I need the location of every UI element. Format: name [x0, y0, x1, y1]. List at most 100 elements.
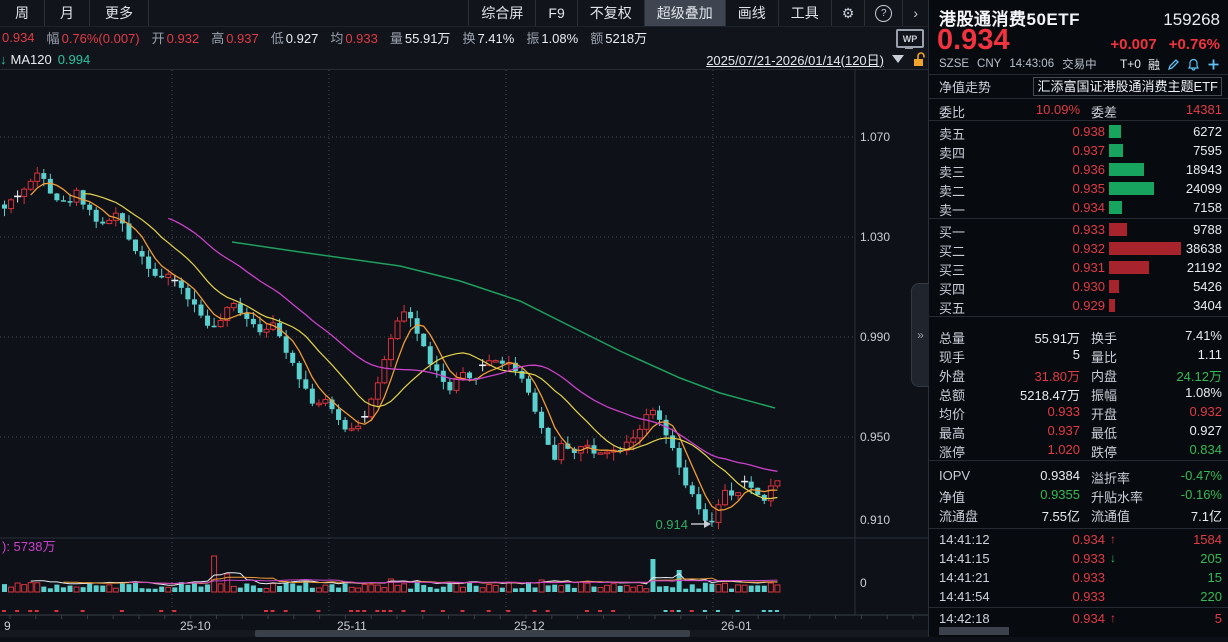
toolbar-menu: 综合屏F9不复权超级叠加画线工具⚙?› [468, 0, 928, 26]
ask-price: 0.937 [1072, 143, 1105, 158]
ma-arrow-icon: ↓ [0, 52, 7, 67]
chart-scrollbar-thumb[interactable] [255, 630, 690, 637]
header-stat-label: 低 [271, 31, 284, 46]
bid-book: 买一0.9339788买二0.93238638买三0.93121192买四0.9… [929, 220, 1228, 315]
header-stat-label: 额 [590, 31, 603, 46]
header-stat-value: 0.932 [167, 31, 200, 46]
tick-row-3: 14:41:540.933220 [929, 587, 1228, 606]
menu-item-工具[interactable]: 工具 [778, 0, 831, 26]
header-stat-value: 5218万 [605, 31, 647, 46]
commission-ratio-row: 委比10.09%委差14381 [929, 100, 1228, 119]
menu-item-不复权[interactable]: 不复权 [577, 0, 644, 26]
alert-bell-icon[interactable] [1187, 58, 1200, 71]
tick-time: 14:41:12 [939, 532, 990, 547]
ask-price: 0.934 [1072, 200, 1105, 215]
header-stat-value: 0.937 [226, 31, 259, 46]
period-tab-月[interactable]: 月 [44, 0, 90, 26]
header-stat-value: 55.91万 [405, 31, 451, 46]
ask-row[interactable]: 卖五0.9386272 [929, 122, 1228, 141]
ask-depth-bar [1109, 144, 1123, 157]
ask-qty: 18943 [1186, 162, 1222, 177]
underlying-fund-name: 汇添富国证港股通消费主题ETF [1033, 77, 1222, 96]
menu-item-F9[interactable]: F9 [535, 0, 576, 26]
stat-row-6: 涨停1.020跌停0.834 [929, 440, 1228, 459]
commission-ratio-value-2: 14381 [1186, 102, 1222, 117]
tick-direction-up-icon: ↑ [1110, 532, 1116, 546]
header-toolbar: 周月更多 综合屏F9不复权超级叠加画线工具⚙?› [0, 0, 928, 27]
ask-row[interactable]: 卖四0.9377595 [929, 141, 1228, 160]
bid-row[interactable]: 买四0.9305426 [929, 277, 1228, 296]
menu-item-画线[interactable]: 画线 [725, 0, 778, 26]
y-axis-label: 0.950 [860, 430, 890, 444]
date-range[interactable]: 2025/07/21-2026/01/14(120日) [706, 50, 884, 69]
stat-row-3: 总额5218.47万振幅1.08% [929, 383, 1228, 402]
bid-depth-bar [1109, 261, 1149, 274]
iopv-row-0-value-2: -0.47% [1181, 468, 1222, 483]
add-icon[interactable] [1207, 58, 1220, 71]
stat-row-4-value-1: 0.933 [1047, 404, 1080, 419]
tick-row-2: 14:41:210.93315 [929, 568, 1228, 587]
settings-gear-icon[interactable]: ⚙ [831, 0, 865, 26]
ask-row[interactable]: 卖三0.93618943 [929, 160, 1228, 179]
header-stat-label: 幅 [47, 31, 60, 46]
iopv-row-1: 净值0.9355升贴水率-0.16% [929, 485, 1228, 504]
stat-row-0: 总量55.91万换手7.41% [929, 326, 1228, 345]
bid-row[interactable]: 买五0.9293404 [929, 296, 1228, 315]
y-axis-label: 1.070 [860, 130, 890, 144]
iopv-row-0-value-1: 0.9384 [1040, 468, 1080, 483]
kline-chart-area[interactable]: 1.0701.0300.9900.9500.910925-1025-1125-1… [0, 70, 928, 637]
bid-qty: 9788 [1193, 222, 1222, 237]
panel-footer-handle[interactable] [939, 627, 1009, 635]
iopv-row-1-value-1: 0.9355 [1040, 487, 1080, 502]
iopv-grid: IOPV0.9384溢折率-0.47%净值0.9355升贴水率-0.16%流通盘… [929, 466, 1228, 523]
trading-app: 周月更多 综合屏F9不复权超级叠加画线工具⚙?› 0.934幅0.76%(0.0… [0, 0, 1228, 637]
period-tabs: 周月更多 [0, 0, 149, 26]
instrument-code: 159268 [1163, 10, 1220, 30]
unlock-icon[interactable] [913, 52, 926, 67]
stat-row-0-value-2: 7.41% [1185, 328, 1222, 343]
tick-price: 0.934 [1072, 611, 1105, 626]
bid-row[interactable]: 买一0.9339788 [929, 220, 1228, 239]
stat-row-3-value-2: 1.08% [1185, 385, 1222, 400]
help-icon[interactable]: ? [864, 0, 902, 26]
tick-price: 0.933 [1072, 551, 1105, 566]
chevron-right-icon[interactable]: › [902, 0, 928, 26]
kline-chart-svg[interactable]: 1.0701.0300.9900.9500.910925-1025-1125-1… [0, 70, 928, 637]
ask-row[interactable]: 卖二0.93524099 [929, 179, 1228, 198]
bid-depth-bar [1109, 223, 1127, 236]
tick-time: 14:42:18 [939, 611, 990, 626]
stat-row-2: 外盘31.80万内盘24.12万 [929, 364, 1228, 383]
bid-price: 0.929 [1072, 298, 1105, 313]
date-range-dropdown-icon[interactable] [892, 55, 904, 63]
tick-qty: 5 [1215, 611, 1222, 626]
iopv-row-2-label-2: 流通值 [1091, 506, 1130, 525]
tick-time: 14:41:21 [939, 570, 990, 585]
tick-qty: 15 [1208, 570, 1222, 585]
panel-collapse-handle[interactable]: » [911, 283, 929, 387]
commission-ratio: 委比10.09%委差14381 [929, 100, 1228, 119]
stat-row-5-value-2: 0.927 [1189, 423, 1222, 438]
tick-row-4: 14:42:180.934↑5 [929, 609, 1228, 628]
iopv-row-2: 流通盘7.55亿流通值7.1亿 [929, 504, 1228, 523]
bid-row[interactable]: 买二0.93238638 [929, 239, 1228, 258]
low-price-annotation: 0.914 [655, 517, 688, 532]
period-tab-更多[interactable]: 更多 [89, 0, 149, 26]
tick-price: 0.934 [1072, 532, 1105, 547]
ask-row[interactable]: 卖一0.9347158 [929, 198, 1228, 217]
menu-item-超级叠加[interactable]: 超级叠加 [644, 0, 725, 26]
quote-summary-row: 0.934幅0.76%(0.007)开0.932高0.937低0.927均0.9… [0, 27, 928, 48]
ask-qty: 7595 [1193, 143, 1222, 158]
header-stat-8: 振1.08% [526, 28, 578, 47]
menu-item-综合屏[interactable]: 综合屏 [468, 0, 535, 26]
iopv-row-1-value-2: -0.16% [1181, 487, 1222, 502]
period-tab-周[interactable]: 周 [0, 0, 45, 26]
iopv-row-2-value-1: 7.55亿 [1042, 506, 1080, 525]
iopv-row-2-value-2: 7.1亿 [1191, 506, 1222, 525]
nav-trend-row[interactable]: 净值走势 汇添富国证港股通消费主题ETF [929, 76, 1228, 97]
ask-qty: 6272 [1193, 124, 1222, 139]
market-status: 交易中 [1062, 56, 1097, 72]
edit-icon[interactable] [1167, 58, 1180, 71]
y-axis-label: 0.990 [860, 330, 890, 344]
bid-row[interactable]: 买三0.93121192 [929, 258, 1228, 277]
stat-row-6-value-1: 1.020 [1047, 442, 1080, 457]
